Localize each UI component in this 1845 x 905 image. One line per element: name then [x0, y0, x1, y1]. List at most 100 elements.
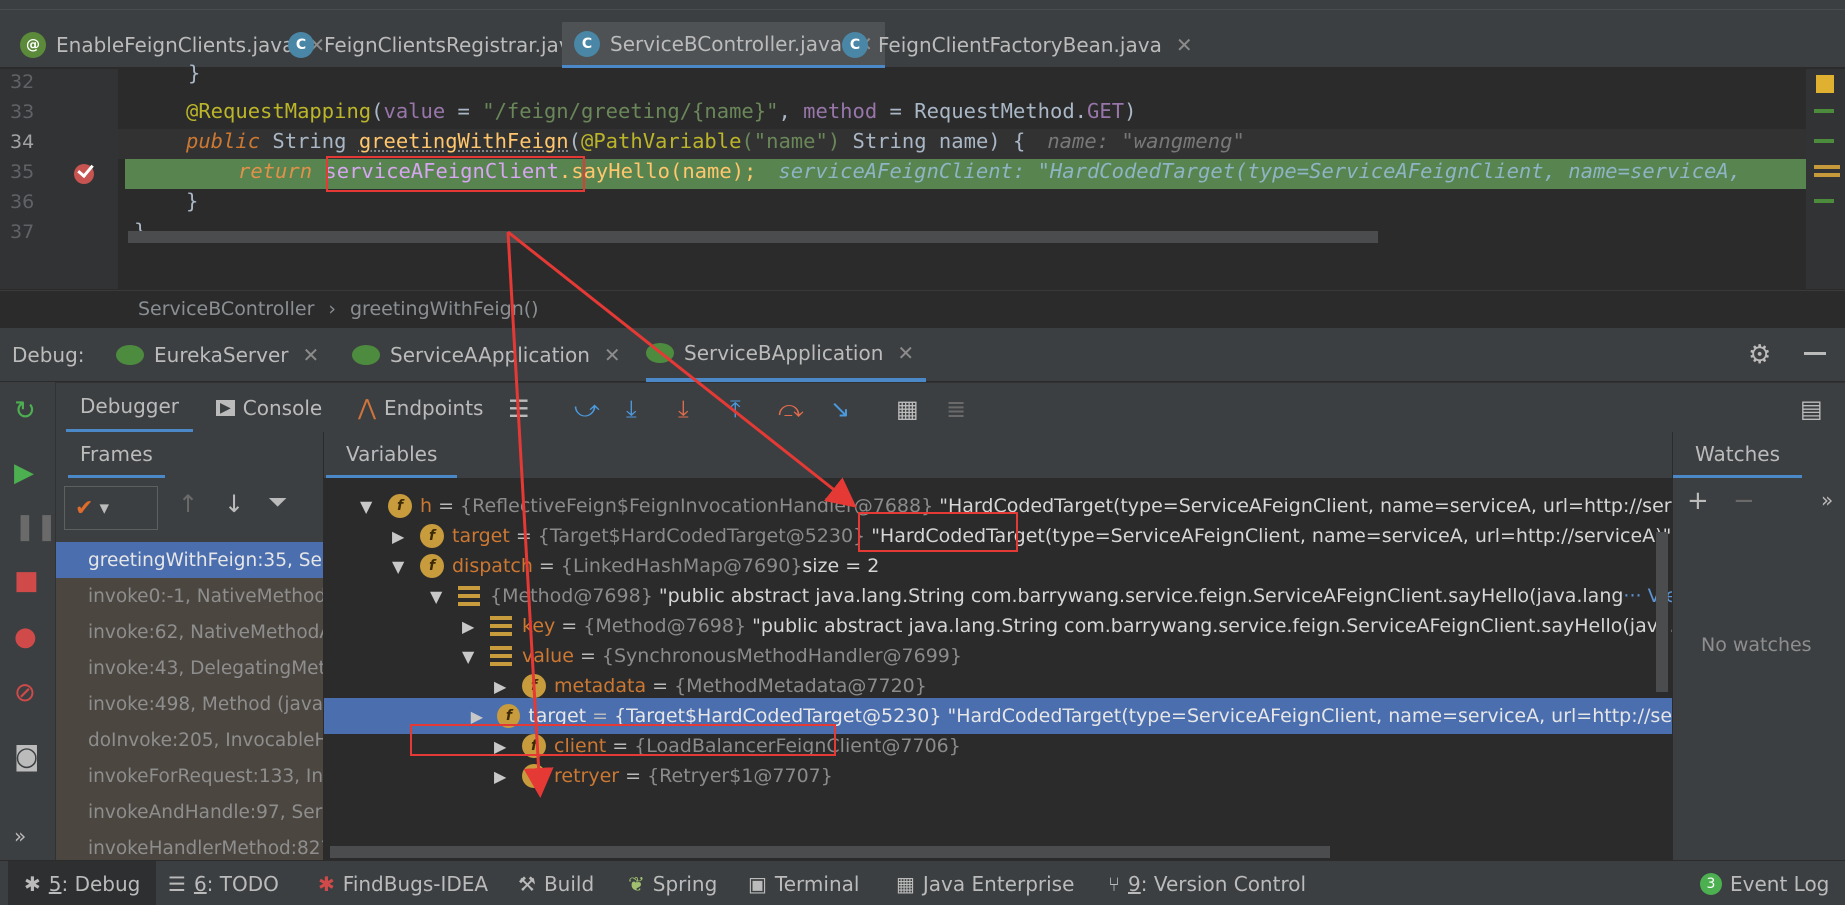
- trace-icon[interactable]: ≣: [946, 395, 966, 423]
- editor-tab-bar: @ EnableFeignClients.java ✕ C FeignClien…: [0, 0, 1845, 68]
- resume-icon[interactable]: ▶: [14, 458, 34, 488]
- tab-feign-client-factory-bean[interactable]: C FeignClientFactoryBean.java ✕: [830, 22, 1205, 68]
- endpoints-icon: ⋀: [358, 395, 377, 421]
- navigation-strip: [0, 0, 1845, 10]
- frame-item[interactable]: invokeAndHandle:97, ServletInvocableHand…: [56, 794, 323, 830]
- chevron-down-icon: ▾: [99, 497, 109, 519]
- tab-console[interactable]: ▶ Console: [216, 383, 322, 433]
- tool-window-bar: ✱ 5: Debug ☰ 6: TODO ✱ FindBugs-IDEA ⚒ B…: [0, 860, 1845, 905]
- tab-service-b-application[interactable]: ServiceBApplication ✕: [646, 328, 927, 382]
- add-watch-icon[interactable]: +: [1687, 486, 1709, 516]
- gear-icon[interactable]: ⚙: [1748, 340, 1771, 370]
- frame-item[interactable]: invoke:498, Method (java.lang.reflect): [56, 686, 323, 722]
- error-stripe[interactable]: [1806, 69, 1845, 289]
- evaluate-expression-icon[interactable]: ▦: [896, 395, 919, 423]
- frames-panel: Frames ✔ ▾ ↑ ↓ ⏷ greetingWithFeign:35, S…: [56, 432, 324, 860]
- tab-eureka-server[interactable]: EurekaServer ✕: [116, 328, 319, 382]
- line-gutter[interactable]: 32 33 34 35 36 37: [0, 69, 118, 289]
- build-tool-button[interactable]: ⚒ Build: [518, 861, 594, 905]
- vertical-scrollbar[interactable]: [1656, 532, 1668, 692]
- spring-leaf-icon: ❦: [628, 871, 645, 896]
- frame-item[interactable]: invoke0:-1, NativeMethodAccessorImpl: [56, 578, 323, 614]
- spring-run-icon: [646, 343, 674, 363]
- breakpoint-icon[interactable]: [74, 164, 94, 184]
- collapse-triangle-icon[interactable]: ▼: [392, 557, 420, 576]
- no-watches-text: No watches: [1701, 634, 1812, 656]
- drop-frame-icon[interactable]: ⤼: [778, 395, 804, 423]
- spring-tool-button[interactable]: ❦ Spring: [628, 861, 717, 905]
- remove-watch-icon[interactable]: −: [1733, 486, 1755, 516]
- annotation-box: [326, 156, 585, 192]
- expand-triangle-icon[interactable]: ▶: [494, 767, 522, 786]
- collapse-triangle-icon[interactable]: ▼: [462, 647, 490, 666]
- step-into-icon[interactable]: ⤓: [678, 395, 689, 423]
- tab-label: EnableFeignClients.java: [56, 33, 295, 57]
- findbugs-tool-button[interactable]: ✱ FindBugs-IDEA: [318, 861, 488, 905]
- arrow-down-icon[interactable]: ↓: [224, 490, 244, 518]
- frame-item[interactable]: invokeForRequest:133, InvocableHandlerMe…: [56, 758, 323, 794]
- java-enterprise-tool-button[interactable]: ▦ Java Enterprise: [896, 861, 1074, 905]
- rerun-icon[interactable]: ↻: [14, 396, 36, 426]
- todo-tool-button[interactable]: ☰ 6: TODO: [168, 861, 279, 905]
- expand-triangle-icon[interactable]: ▶: [494, 677, 522, 696]
- horizontal-scrollbar[interactable]: [128, 231, 1378, 243]
- collapse-triangle-icon[interactable]: ▼: [360, 497, 388, 516]
- tab-service-a-application[interactable]: ServiceAApplication ✕: [352, 328, 621, 382]
- expand-triangle-icon[interactable]: ▶: [462, 617, 490, 636]
- mute-breakpoints-icon[interactable]: ⊘: [14, 678, 36, 708]
- frame-item[interactable]: invokeHandlerMethod:827, RequestMappingH…: [56, 830, 323, 860]
- camera-icon[interactable]: ◙: [14, 742, 39, 772]
- code-line-34: public String greetingWithFeign(@PathVar…: [186, 129, 1245, 153]
- close-icon[interactable]: ✕: [302, 343, 319, 367]
- event-log-tool-button[interactable]: 3 Event Log: [1700, 861, 1829, 905]
- filter-icon[interactable]: ⏷: [268, 488, 287, 516]
- frame-item[interactable]: invoke:62, NativeMethodAccessorImpl: [56, 614, 323, 650]
- annotation-box: [858, 512, 1018, 552]
- pause-icon[interactable]: ❚❚: [14, 512, 58, 542]
- step-over-icon[interactable]: ⤓: [626, 395, 637, 423]
- frame-item[interactable]: greetingWithFeign:35, ServiceBController: [56, 542, 323, 578]
- debug-tool-button[interactable]: ✱ 5: Debug: [8, 861, 157, 905]
- view-breakpoints-icon[interactable]: ●: [14, 622, 37, 652]
- field-icon: f: [522, 674, 546, 698]
- close-icon[interactable]: ✕: [604, 343, 621, 367]
- horizontal-scrollbar[interactable]: [330, 846, 1330, 858]
- expand-triangle-icon[interactable]: ▶: [392, 527, 420, 546]
- minimize-icon[interactable]: [1804, 352, 1826, 355]
- debug-label: Debug:: [12, 343, 85, 367]
- breadcrumb-class[interactable]: ServiceBController: [138, 298, 314, 320]
- close-icon[interactable]: ✕: [1176, 33, 1193, 57]
- terminal-tool-button[interactable]: ▣ Terminal: [748, 861, 859, 905]
- close-icon[interactable]: ✕: [897, 341, 914, 365]
- frame-item[interactable]: doInvoke:205, InvocableHandlerMethod: [56, 722, 323, 758]
- show-execution-point-icon[interactable]: ⤻: [574, 395, 600, 423]
- debugger-toolbar: Debugger ▶ Console ⋀ Endpoints ☰ ⤻ ⤓ ⤓ ⤒…: [0, 382, 1845, 433]
- frame-item[interactable]: invoke:43, DelegatingMethodAccessorImpl: [56, 650, 323, 686]
- stop-icon[interactable]: ■: [14, 566, 39, 596]
- collapse-triangle-icon[interactable]: ▼: [430, 587, 458, 606]
- restore-layout-icon[interactable]: ☰: [508, 395, 530, 423]
- frames-title: Frames: [68, 432, 165, 478]
- step-out-icon[interactable]: ⤒: [730, 395, 741, 423]
- run-to-cursor-icon[interactable]: ↘: [830, 395, 850, 423]
- thread-selector[interactable]: ✔ ▾: [64, 486, 158, 530]
- arrow-up-icon[interactable]: ↑: [178, 490, 198, 518]
- java-enterprise-icon: ▦: [896, 871, 915, 896]
- code-line-36: }: [186, 189, 199, 213]
- breadcrumb-method[interactable]: greetingWithFeign(): [350, 298, 539, 320]
- annotation-file-icon: @: [20, 32, 46, 58]
- more-icon[interactable]: »: [14, 824, 26, 848]
- analysis-status-icon[interactable]: [1816, 75, 1834, 93]
- tab-endpoints[interactable]: ⋀ Endpoints: [358, 383, 483, 433]
- code-editor[interactable]: 32 33 34 35 36 37 } @RequestMapping(valu…: [0, 61, 1845, 289]
- more-icon[interactable]: »: [1821, 488, 1833, 512]
- version-control-tool-button[interactable]: ⑂ 9: Version Control: [1108, 861, 1306, 905]
- expand-triangle-icon[interactable]: ▶: [471, 707, 498, 726]
- layout-settings-icon[interactable]: ▤: [1800, 395, 1823, 423]
- tab-debugger[interactable]: Debugger: [66, 383, 193, 433]
- line-number: 35: [10, 161, 35, 183]
- hammer-icon: ⚒: [518, 871, 536, 896]
- inline-value-hint: serviceAFeignClient: "HardCodedTarget(ty…: [778, 159, 1742, 183]
- debug-side-toolbar: ↻ ▶ ❚❚ ■ ● ⊘ ◙ »: [0, 382, 58, 860]
- variable-row[interactable]: ▶ f retryer = {Retryer$1@7707}: [494, 758, 833, 794]
